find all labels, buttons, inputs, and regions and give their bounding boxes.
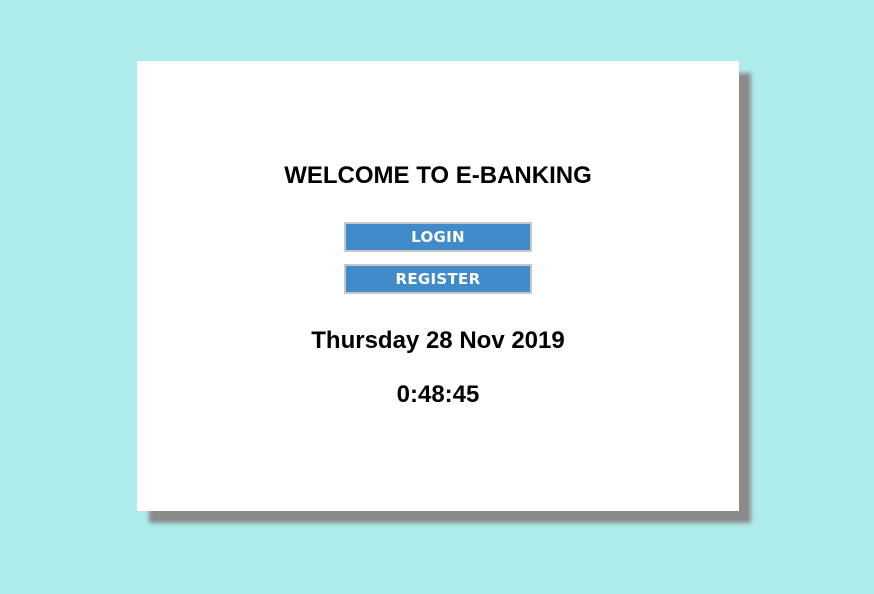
login-button[interactable]: LOGIN [344, 222, 532, 252]
register-button[interactable]: REGISTER [344, 264, 532, 294]
welcome-card: WELCOME TO E-BANKING LOGIN REGISTER Thur… [137, 61, 739, 511]
current-date: Thursday 28 Nov 2019 [311, 327, 565, 354]
current-time: 0:48:45 [396, 381, 480, 408]
page-title: WELCOME TO E-BANKING [284, 162, 592, 189]
